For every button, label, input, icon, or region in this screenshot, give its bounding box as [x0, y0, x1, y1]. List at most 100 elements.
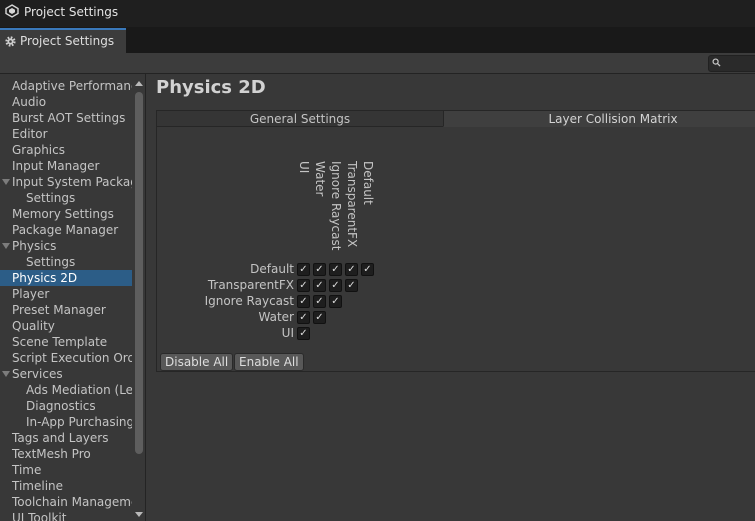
sidebar-item-scene-template[interactable]: Scene Template: [0, 334, 132, 350]
settings-sidebar: Adaptive Performance Audio Burst AOT Setti…: [0, 74, 146, 521]
matrix-column-label: UI: [297, 161, 311, 174]
collision-checkbox[interactable]: ✓: [361, 263, 374, 276]
sidebar-item-label: Preset Manager: [12, 303, 106, 317]
sidebar-item-label: Settings: [26, 191, 76, 205]
sidebar-item-physics-2d[interactable]: Physics 2D: [0, 270, 132, 286]
search-icon: [712, 58, 721, 67]
sidebar-item-package-manager[interactable]: Package Manager: [0, 222, 132, 238]
matrix-row-label: Water: [258, 310, 294, 324]
sidebar-scrollbar[interactable]: [133, 74, 145, 521]
collision-checkbox[interactable]: ✓: [297, 263, 310, 276]
sidebar-item-label: Diagnostics: [26, 399, 96, 413]
tab-project-settings[interactable]: Project Settings: [0, 28, 126, 53]
expand-arrow-icon[interactable]: [2, 371, 10, 377]
sidebar-item-quality[interactable]: Quality: [0, 318, 132, 334]
sidebar-item-label: Physics 2D: [12, 271, 78, 285]
unity-logo-icon: [5, 4, 19, 18]
scroll-down-arrow-icon[interactable]: [135, 512, 143, 517]
sidebar-item-textmesh-pro[interactable]: TextMesh Pro: [0, 446, 132, 462]
collision-checkbox[interactable]: ✓: [313, 279, 326, 292]
main-content: Physics 2D General Settings Layer Collis…: [146, 74, 755, 521]
sidebar-item-time[interactable]: Time: [0, 462, 132, 478]
scroll-up-arrow-icon[interactable]: [135, 81, 143, 86]
sidebar-item-label: Tags and Layers: [12, 431, 109, 445]
sidebar-item-editor[interactable]: Editor: [0, 126, 132, 142]
tab-general-settings[interactable]: General Settings: [156, 110, 444, 127]
sidebar-item-label: Adaptive Performance: [12, 79, 132, 93]
matrix-row-label: Default: [250, 262, 294, 276]
matrix-row-label: UI: [281, 326, 294, 340]
collision-checkbox[interactable]: ✓: [329, 279, 342, 292]
sidebar-item-timeline[interactable]: Timeline: [0, 478, 132, 494]
sidebar-item-label: Timeline: [12, 479, 64, 493]
sidebar-item-label: Burst AOT Settings: [12, 111, 126, 125]
sidebar-item-audio[interactable]: Audio: [0, 94, 132, 110]
sidebar-item-label: Graphics: [12, 143, 65, 157]
sidebar-item-settings[interactable]: Settings: [0, 190, 132, 206]
sidebar-item-graphics[interactable]: Graphics: [0, 142, 132, 158]
sidebar-item-physics[interactable]: Physics: [0, 238, 132, 254]
sidebar-item-label: Services: [12, 367, 63, 381]
matrix-column-label: Default: [361, 161, 375, 205]
matrix-column-label: Ignore Raycast: [329, 161, 343, 251]
sidebar-item-label: Toolchain Management: [12, 495, 132, 509]
collision-checkbox[interactable]: ✓: [313, 295, 326, 308]
collision-checkbox[interactable]: ✓: [329, 295, 342, 308]
matrix-row-label: TransparentFX: [207, 278, 294, 292]
collision-checkbox[interactable]: ✓: [297, 311, 310, 324]
sidebar-item-label: In-App Purchasing: [26, 415, 132, 429]
toolbar: [0, 53, 755, 74]
collision-checkbox[interactable]: ✓: [297, 327, 310, 340]
sidebar-item-label: Player: [12, 287, 50, 301]
sidebar-item-label: Input System Package: [12, 175, 132, 189]
scrollbar-thumb[interactable]: [135, 92, 143, 454]
collision-checkbox[interactable]: ✓: [313, 263, 326, 276]
matrix-column-label: Water: [313, 161, 327, 197]
sidebar-item-tags-and-layers[interactable]: Tags and Layers: [0, 430, 132, 446]
collision-checkbox[interactable]: ✓: [297, 295, 310, 308]
search-input[interactable]: [708, 55, 755, 72]
sidebar-item-memory-settings[interactable]: Memory Settings: [0, 206, 132, 222]
expand-arrow-icon[interactable]: [2, 179, 10, 185]
sidebar-item-label: Input Manager: [12, 159, 100, 173]
sidebar-item-burst-aot-settings[interactable]: Burst AOT Settings: [0, 110, 132, 126]
sidebar-item-script-execution-order[interactable]: Script Execution Order: [0, 350, 132, 366]
collision-checkbox[interactable]: ✓: [345, 279, 358, 292]
sidebar-item-input-manager[interactable]: Input Manager: [0, 158, 132, 174]
sidebar-item-label: Editor: [12, 127, 48, 141]
matrix-row-label: Ignore Raycast: [204, 294, 294, 308]
sidebar-item-services[interactable]: Services: [0, 366, 132, 382]
sidebar-item-label: Settings: [26, 255, 76, 269]
matrix-column-label: TransparentFX: [345, 161, 359, 248]
collision-checkbox[interactable]: ✓: [297, 279, 310, 292]
enable-all-button[interactable]: Enable All: [234, 353, 304, 371]
sidebar-item-ads-mediation-levelplay[interactable]: Ads Mediation (Levelplay): [0, 382, 132, 398]
sidebar-item-label: Package Manager: [12, 223, 119, 237]
title-bar: Project Settings: [0, 0, 755, 27]
sidebar-item-input-system-package[interactable]: Input System Package: [0, 174, 132, 190]
sidebar-item-label: UI Toolkit: [12, 511, 67, 521]
sidebar-item-label: Ads Mediation (Levelplay): [26, 383, 132, 397]
settings-panel: General Settings Layer Collision Matrix …: [156, 110, 755, 372]
disable-all-button[interactable]: Disable All: [160, 353, 234, 371]
tab-strip: Project Settings: [0, 27, 755, 53]
tab-layer-collision-matrix[interactable]: Layer Collision Matrix: [443, 110, 755, 127]
expand-arrow-icon[interactable]: [2, 243, 10, 249]
sidebar-item-label: TextMesh Pro: [12, 447, 91, 461]
collision-checkbox[interactable]: ✓: [313, 311, 326, 324]
sidebar-item-settings[interactable]: Settings: [0, 254, 132, 270]
page-title: Physics 2D: [156, 77, 266, 98]
collision-checkbox[interactable]: ✓: [329, 263, 342, 276]
sidebar-item-player[interactable]: Player: [0, 286, 132, 302]
sidebar-item-ui-toolkit[interactable]: UI Toolkit: [0, 510, 132, 521]
sidebar-item-adaptive-performance[interactable]: Adaptive Performance: [0, 78, 132, 94]
sidebar-item-preset-manager[interactable]: Preset Manager: [0, 302, 132, 318]
gear-icon: [5, 36, 16, 47]
sidebar-item-label: Audio: [12, 95, 47, 109]
sidebar-item-label: Scene Template: [12, 335, 108, 349]
sidebar-item-label: Physics: [12, 239, 57, 253]
sidebar-item-toolchain-management[interactable]: Toolchain Management: [0, 494, 132, 510]
sidebar-item-in-app-purchasing[interactable]: In-App Purchasing: [0, 414, 132, 430]
collision-checkbox[interactable]: ✓: [345, 263, 358, 276]
sidebar-item-diagnostics[interactable]: Diagnostics: [0, 398, 132, 414]
